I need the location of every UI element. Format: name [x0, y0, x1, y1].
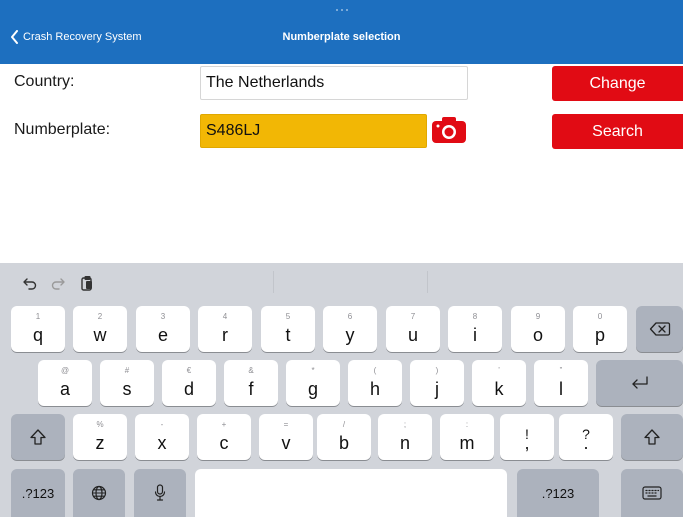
key-x[interactable]: -x: [135, 414, 189, 460]
key-z[interactable]: % z: [73, 414, 127, 460]
key-n[interactable]: ; n: [378, 414, 432, 460]
key-c[interactable]: + c: [197, 414, 251, 460]
space-bar[interactable]: [195, 469, 507, 517]
key-i[interactable]: 8i: [448, 306, 502, 352]
camera-icon[interactable]: [431, 116, 467, 144]
globe-icon: [91, 485, 107, 501]
numbers-key-right[interactable]: .?123: [517, 469, 599, 517]
undo-icon[interactable]: [22, 275, 38, 291]
change-button[interactable]: Change: [552, 66, 683, 101]
redo-icon[interactable]: [50, 275, 66, 291]
shift-icon: [30, 429, 46, 445]
key-f[interactable]: & f: [224, 360, 278, 406]
country-field[interactable]: The Netherlands: [200, 66, 468, 100]
key-q[interactable]: 1q: [11, 306, 65, 352]
key-s[interactable]: # s: [100, 360, 154, 406]
return-icon: [631, 376, 648, 389]
key-b[interactable]: / b: [317, 414, 371, 460]
dictation-key[interactable]: [134, 469, 186, 517]
key-l[interactable]: ” l: [534, 360, 588, 406]
on-screen-keyboard: 1q 2w 3e 4r 5t 6y 7u 8i 9o 0p @ a # s € d &…: [0, 263, 683, 517]
navigation-bar: Crash Recovery System Numberplate select…: [0, 0, 683, 64]
key-r[interactable]: 4r: [198, 306, 252, 352]
search-button[interactable]: Search: [552, 114, 683, 149]
shift-key-left[interactable]: [11, 414, 65, 460]
shift-key-right[interactable]: [621, 414, 683, 460]
key-w[interactable]: 2w: [73, 306, 127, 352]
return-key[interactable]: [596, 360, 683, 406]
key-v[interactable]: = v: [259, 414, 313, 460]
key-k[interactable]: ’ k: [472, 360, 526, 406]
shift-icon: [644, 429, 660, 445]
app-window: Crash Recovery System Numberplate select…: [0, 0, 683, 517]
key-p[interactable]: 0p: [573, 306, 627, 352]
key-y[interactable]: 6y: [323, 306, 377, 352]
numberplate-form: Country: The Netherlands Change Numberpl…: [0, 64, 683, 263]
numberplate-input[interactable]: S486LJ: [200, 114, 427, 148]
hide-keyboard-key[interactable]: [621, 469, 683, 517]
numbers-key-left[interactable]: .?123: [11, 469, 65, 517]
numberplate-label: Numberplate:: [14, 121, 111, 138]
key-o[interactable]: 9o: [511, 306, 565, 352]
key-question-period[interactable]: ?.: [559, 414, 613, 460]
keyboard-icon: [642, 486, 662, 500]
key-j[interactable]: ) j: [410, 360, 464, 406]
toolbar-divider: [273, 271, 274, 293]
microphone-icon: [154, 484, 166, 501]
delete-key[interactable]: [636, 306, 683, 352]
key-h[interactable]: (h: [348, 360, 402, 406]
country-label: Country:: [14, 73, 75, 90]
key-u[interactable]: 7u: [386, 306, 440, 352]
backspace-icon: [649, 322, 670, 336]
key-m[interactable]: :m: [440, 414, 494, 460]
window-grabber[interactable]: [336, 8, 348, 12]
key-a[interactable]: @ a: [38, 360, 92, 406]
page-title: Numberplate selection: [282, 31, 401, 43]
toolbar-divider: [427, 271, 428, 293]
globe-key[interactable]: [73, 469, 125, 517]
key-t[interactable]: 5t: [261, 306, 315, 352]
key-exclamation-comma[interactable]: !,: [500, 414, 554, 460]
keyboard-toolbar: [0, 263, 683, 301]
key-d[interactable]: € d: [162, 360, 216, 406]
paste-icon[interactable]: [79, 275, 95, 291]
key-g[interactable]: * g: [286, 360, 340, 406]
key-e[interactable]: 3e: [136, 306, 190, 352]
